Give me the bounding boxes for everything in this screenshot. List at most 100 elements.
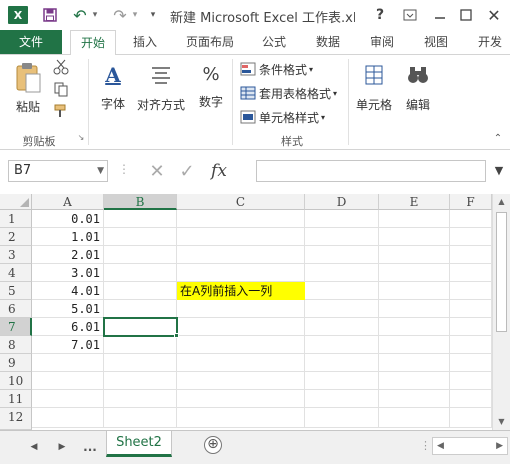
grid-cell[interactable] <box>177 264 305 282</box>
grid-cell[interactable] <box>450 372 492 390</box>
grid-cell[interactable] <box>305 354 379 372</box>
prev-sheet-icon[interactable]: ◀ <box>26 437 42 457</box>
grid-cell[interactable] <box>104 246 177 264</box>
chevron-down-icon[interactable]: ▼ <box>97 161 104 181</box>
worksheet-grid[interactable]: A B C D E F 1 2 3 4 5 6 7 8 9 10 11 12 0… <box>0 194 510 430</box>
grid-cell[interactable] <box>379 210 450 228</box>
name-box[interactable]: B7 ▼ <box>8 160 108 182</box>
grid-cell[interactable] <box>104 318 177 336</box>
scroll-left-icon[interactable]: ◀ <box>437 438 444 454</box>
grid-cell[interactable] <box>379 282 450 300</box>
clipboard-launcher-icon[interactable]: ↘ <box>76 133 86 142</box>
redo-icon[interactable]: ↷ <box>112 6 128 25</box>
alignment-button[interactable]: 对齐方式 <box>134 63 188 113</box>
tab-developer[interactable]: 开发 <box>470 30 510 54</box>
tab-file[interactable]: 文件 <box>0 30 62 54</box>
format-painter-icon[interactable] <box>52 103 70 122</box>
column-header-a[interactable]: A <box>32 194 104 210</box>
row-header[interactable]: 5 <box>0 282 32 300</box>
cell-styles-button[interactable]: 单元格样式 ▾ <box>240 107 325 127</box>
grid-cell[interactable] <box>450 408 492 428</box>
grid-cell[interactable] <box>379 408 450 428</box>
grid-cell[interactable] <box>104 354 177 372</box>
row-header[interactable]: 9 <box>0 354 32 372</box>
grid-cell[interactable] <box>379 354 450 372</box>
grid-cell[interactable] <box>305 210 379 228</box>
row-header[interactable]: 12 <box>0 408 32 430</box>
grid-cell[interactable] <box>305 372 379 390</box>
grid-cell[interactable] <box>450 246 492 264</box>
grid-cell[interactable] <box>104 372 177 390</box>
tab-review[interactable]: 审阅 <box>362 30 402 54</box>
format-table-button[interactable]: 套用表格格式 ▾ <box>240 83 337 103</box>
help-icon[interactable]: ? <box>372 6 388 24</box>
grid-cell[interactable] <box>450 300 492 318</box>
row-header[interactable]: 11 <box>0 390 32 408</box>
grid-cell[interactable] <box>450 318 492 336</box>
grid-cell[interactable] <box>177 246 305 264</box>
scroll-thumb[interactable] <box>496 212 507 332</box>
enter-icon[interactable]: ✓ <box>172 161 202 182</box>
grid-cell[interactable] <box>104 390 177 408</box>
vertical-scrollbar[interactable]: ▲ ▼ <box>492 194 510 430</box>
font-button[interactable]: A 字体 <box>96 63 130 112</box>
conditional-format-button[interactable]: 条件格式 ▾ <box>240 59 313 79</box>
row-header[interactable]: 7 <box>0 318 32 336</box>
grid-cell[interactable] <box>379 318 450 336</box>
row-header[interactable]: 4 <box>0 264 32 282</box>
sheet-tab-sheet2[interactable]: Sheet2 <box>106 431 172 457</box>
grid-cell[interactable] <box>177 390 305 408</box>
cut-icon[interactable] <box>52 59 70 78</box>
column-header-f[interactable]: F <box>450 194 492 210</box>
grid-cell[interactable] <box>32 372 104 390</box>
scroll-down-icon[interactable]: ▼ <box>493 414 510 430</box>
cell-a5[interactable]: 4.01 <box>32 282 104 300</box>
row-header[interactable]: 10 <box>0 372 32 390</box>
grid-cell[interactable] <box>450 336 492 354</box>
horizontal-scrollbar[interactable]: ◀ ▶ <box>432 437 508 455</box>
scroll-up-icon[interactable]: ▲ <box>493 194 510 210</box>
tab-data[interactable]: 数据 <box>308 30 348 54</box>
grid-cell[interactable] <box>104 408 177 428</box>
tab-split-icon[interactable]: ⋮ <box>420 439 431 452</box>
close-icon[interactable]: ✕ <box>486 6 502 25</box>
cell-a6[interactable]: 5.01 <box>32 300 104 318</box>
row-header[interactable]: 2 <box>0 228 32 246</box>
collapse-ribbon-icon[interactable]: ⌃ <box>490 133 506 144</box>
grid-cell[interactable] <box>450 390 492 408</box>
grid-cell[interactable] <box>450 282 492 300</box>
scroll-right-icon[interactable]: ▶ <box>496 438 503 454</box>
grid-cell[interactable] <box>104 228 177 246</box>
undo-dropdown-icon[interactable]: ▾ <box>90 6 100 24</box>
minimize-icon[interactable] <box>432 6 448 24</box>
cancel-icon[interactable]: ✕ <box>142 161 172 182</box>
grid-cell[interactable] <box>379 336 450 354</box>
customize-toolbar-icon[interactable]: ▾ <box>148 6 158 24</box>
maximize-icon[interactable] <box>458 6 474 24</box>
save-icon[interactable] <box>42 6 58 24</box>
row-header[interactable]: 1 <box>0 210 32 228</box>
grid-cell[interactable] <box>32 390 104 408</box>
cell-a2[interactable]: 1.01 <box>32 228 104 246</box>
grid-cell[interactable] <box>177 318 305 336</box>
column-header-e[interactable]: E <box>379 194 450 210</box>
grid-cell[interactable] <box>379 300 450 318</box>
select-all-corner[interactable] <box>0 194 32 210</box>
tab-page-layout[interactable]: 页面布局 <box>180 30 240 54</box>
tab-home[interactable]: 开始 <box>70 30 116 55</box>
grid-cell[interactable] <box>305 228 379 246</box>
ribbon-display-icon[interactable] <box>402 6 418 24</box>
grid-cell[interactable] <box>177 300 305 318</box>
grid-cell[interactable] <box>104 336 177 354</box>
grid-cell[interactable] <box>379 246 450 264</box>
redo-dropdown-icon[interactable]: ▾ <box>130 6 140 24</box>
insert-function-icon[interactable]: fx <box>202 161 236 181</box>
grid-cell[interactable] <box>177 408 305 428</box>
column-header-b[interactable]: B <box>104 194 177 210</box>
grid-cell[interactable] <box>305 408 379 428</box>
grid-cell[interactable] <box>104 300 177 318</box>
tab-insert[interactable]: 插入 <box>124 30 166 54</box>
grid-cell[interactable] <box>177 354 305 372</box>
grid-cell[interactable] <box>450 228 492 246</box>
formula-input[interactable] <box>256 160 486 182</box>
